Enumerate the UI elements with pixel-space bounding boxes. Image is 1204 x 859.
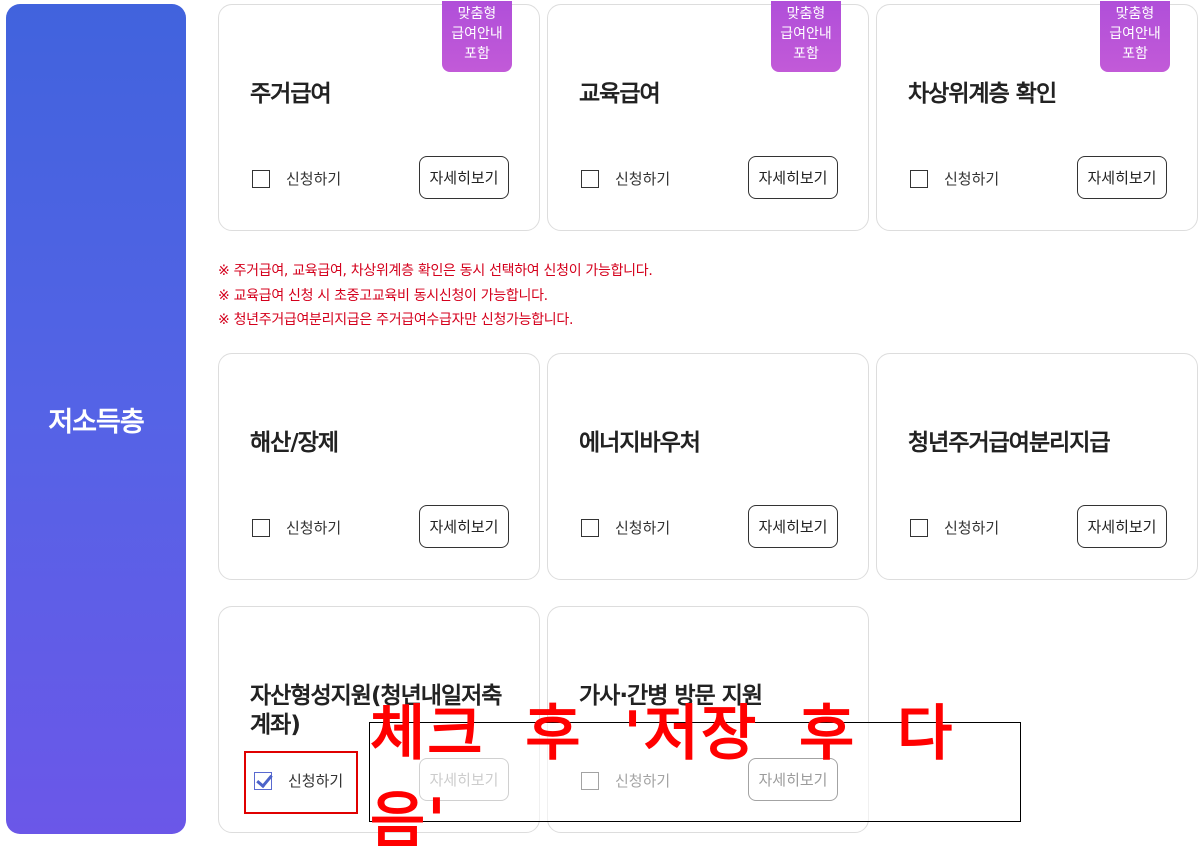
benefit-card-housing: 맞춤형 급여안내 포함 주거급여 신청하기 자세히보기 [218, 1, 540, 231]
notice-list: ※ 주거급여, 교육급여, 차상위계층 확인은 동시 선택하여 신청이 가능합니… [218, 259, 653, 333]
apply-label[interactable]: 신청하기 [286, 517, 341, 538]
details-button[interactable]: 자세히보기 [748, 156, 838, 199]
apply-label[interactable]: 신청하기 [615, 168, 670, 189]
apply-label[interactable]: 신청하기 [944, 168, 999, 189]
apply-checkbox[interactable] [910, 518, 928, 537]
apply-checkbox[interactable] [252, 518, 270, 537]
benefit-card-childbirth-funeral: 해산/장제 신청하기 자세히보기 [218, 353, 540, 580]
card-title: 차상위계층 확인 [908, 81, 1057, 107]
category-label: 저소득층 [48, 406, 144, 438]
benefit-card-education: 맞춤형 급여안내 포함 교육급여 신청하기 자세히보기 [547, 1, 869, 231]
custom-benefit-badge: 맞춤형 급여안내 포함 [1100, 1, 1170, 72]
apply-label[interactable]: 신청하기 [944, 517, 999, 538]
details-button[interactable]: 자세히보기 [419, 505, 509, 548]
instruction-annotation: 체크 후 '저장 후 다음' [369, 699, 1021, 856]
apply-checkbox[interactable] [910, 169, 928, 188]
apply-checkbox-row[interactable]: 신청하기 [581, 517, 670, 538]
card-title: 청년주거급여분리지급 [908, 430, 1111, 456]
card-title: 해산/장제 [250, 430, 339, 456]
notice-item: ※ 청년주거급여분리지급은 주거급여수급자만 신청가능합니다. [218, 312, 574, 328]
apply-checkbox[interactable] [252, 169, 270, 188]
apply-checkbox[interactable] [581, 518, 599, 537]
details-button[interactable]: 자세히보기 [748, 505, 838, 548]
apply-checkbox-row[interactable]: 신청하기 [910, 517, 999, 538]
details-button[interactable]: 자세히보기 [419, 156, 509, 199]
apply-label[interactable]: 신청하기 [615, 517, 670, 538]
card-title: 교육급여 [579, 81, 661, 107]
card-title: 주거급여 [250, 81, 332, 107]
custom-benefit-badge: 맞춤형 급여안내 포함 [442, 1, 512, 72]
card-title: 에너지바우처 [579, 430, 701, 456]
highlight-box [244, 751, 358, 814]
benefit-card-youth-housing: 청년주거급여분리지급 신청하기 자세히보기 [876, 353, 1198, 580]
custom-benefit-badge: 맞춤형 급여안내 포함 [771, 1, 841, 72]
details-button[interactable]: 자세히보기 [1077, 505, 1167, 548]
notice-item: ※ 주거급여, 교육급여, 차상위계층 확인은 동시 선택하여 신청이 가능합니… [218, 263, 653, 279]
category-panel: 저소득층 [6, 4, 186, 834]
apply-checkbox-row[interactable]: 신청하기 [581, 168, 670, 189]
apply-label[interactable]: 신청하기 [286, 168, 341, 189]
apply-checkbox[interactable] [581, 169, 599, 188]
instruction-text: 체크 후 '저장 후 다음' [370, 699, 955, 856]
notice-item: ※ 교육급여 신청 시 초중고교육비 동시신청이 가능합니다. [218, 287, 548, 304]
apply-checkbox-row[interactable]: 신청하기 [910, 168, 999, 189]
apply-checkbox-row[interactable]: 신청하기 [252, 517, 341, 538]
details-button[interactable]: 자세히보기 [1077, 156, 1167, 199]
apply-checkbox-row[interactable]: 신청하기 [252, 168, 341, 189]
benefit-card-energy-voucher: 에너지바우처 신청하기 자세히보기 [547, 353, 869, 580]
benefit-card-near-poverty: 맞춤형 급여안내 포함 차상위계층 확인 신청하기 자세히보기 [876, 1, 1198, 231]
